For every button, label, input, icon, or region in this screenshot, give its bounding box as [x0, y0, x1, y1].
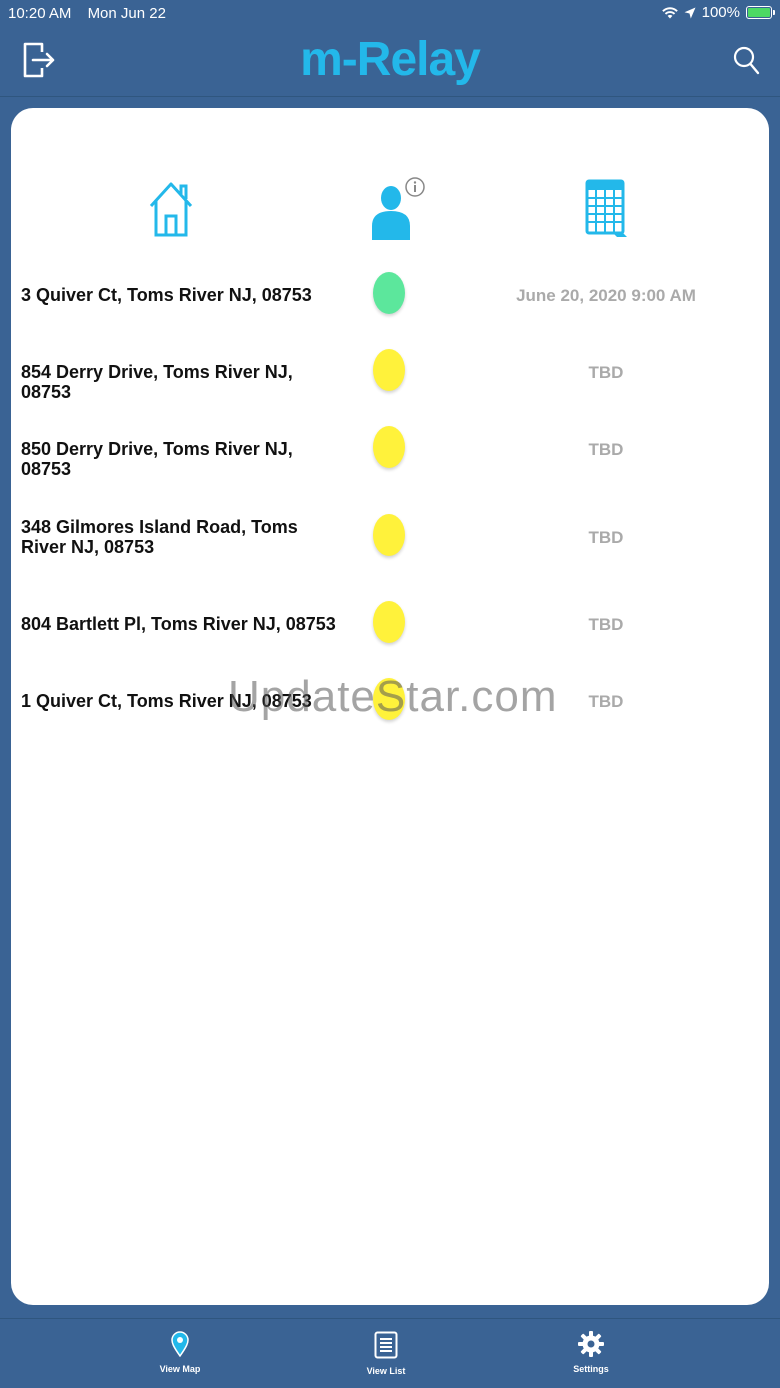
- tab-view-map-label: View Map: [159, 1364, 201, 1374]
- calendar-icon: [585, 179, 627, 237]
- tab-view-list[interactable]: View List: [336, 1331, 436, 1376]
- tab-bar: View Map View List Settings: [0, 1318, 780, 1388]
- row-date: TBD: [588, 440, 624, 459]
- row-address: 850 Derry Drive, Toms River NJ, 08753: [21, 439, 293, 479]
- app-title: m-Relay: [300, 33, 481, 86]
- search-button[interactable]: [732, 45, 760, 77]
- row-address: 804 Bartlett Pl, Toms River NJ, 08753: [21, 614, 336, 634]
- battery-icon: [746, 6, 775, 19]
- status-dot: [373, 426, 405, 468]
- user-info-icon[interactable]: [369, 176, 429, 242]
- status-dot: [373, 349, 405, 391]
- status-bar: 10:20 AM Mon Jun 22 100%: [0, 0, 780, 30]
- row-address: 3 Quiver Ct, Toms River NJ, 08753: [21, 285, 312, 305]
- watermark: UpdateStar.com: [228, 672, 558, 721]
- status-time: 10:20 AM: [8, 5, 72, 22]
- row-date: TBD: [588, 528, 624, 547]
- tab-view-list-label: View List: [366, 1366, 406, 1376]
- tab-settings-label: Settings: [573, 1364, 609, 1374]
- battery-percent: 100%: [701, 4, 740, 21]
- map-pin-icon: [171, 1331, 189, 1358]
- wifi-icon: [661, 7, 678, 19]
- tab-settings[interactable]: Settings: [541, 1331, 641, 1374]
- status-right: 100%: [661, 4, 775, 21]
- gear-icon: [578, 1331, 604, 1357]
- app-header: m-Relay: [0, 30, 780, 97]
- row-address: 854 Derry Drive, Toms River NJ, 08753: [21, 362, 293, 402]
- status-date: Mon Jun 22: [87, 5, 166, 22]
- status-dot: [373, 272, 405, 314]
- tab-view-map[interactable]: View Map: [130, 1331, 230, 1374]
- row-date: June 20, 2020 9:00 AM: [516, 286, 696, 305]
- list-icon: [374, 1331, 398, 1359]
- home-icon: [149, 182, 193, 237]
- status-dot: [373, 601, 405, 643]
- status-dot: [373, 514, 405, 556]
- search-icon: [733, 46, 760, 75]
- row-date: TBD: [588, 615, 624, 634]
- location-arrow-icon: [684, 7, 696, 18]
- row-date: TBD: [588, 363, 624, 382]
- status-left: 10:20 AM Mon Jun 22: [8, 5, 178, 22]
- row-address: 348 Gilmores Island Road, Toms River NJ,…: [21, 517, 298, 557]
